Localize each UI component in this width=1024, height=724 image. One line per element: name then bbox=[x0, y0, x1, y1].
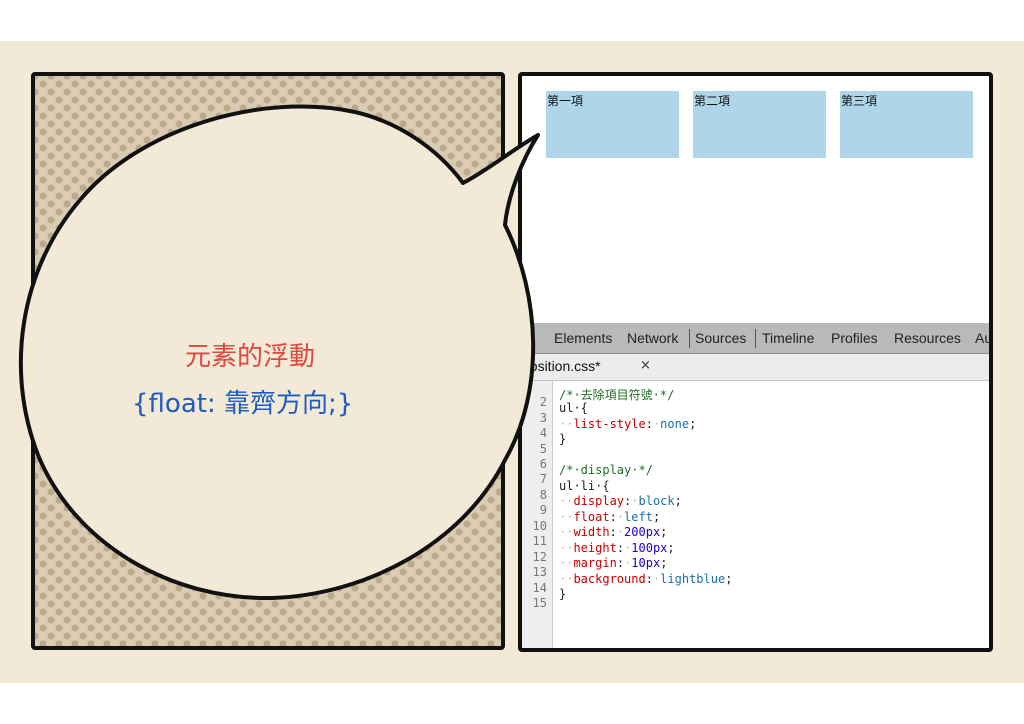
speech-bubble bbox=[18, 104, 540, 601]
bubble-code-text: {float: 靠齊方向;} bbox=[132, 389, 354, 419]
bubble-title: 元素的浮動 bbox=[185, 342, 316, 372]
